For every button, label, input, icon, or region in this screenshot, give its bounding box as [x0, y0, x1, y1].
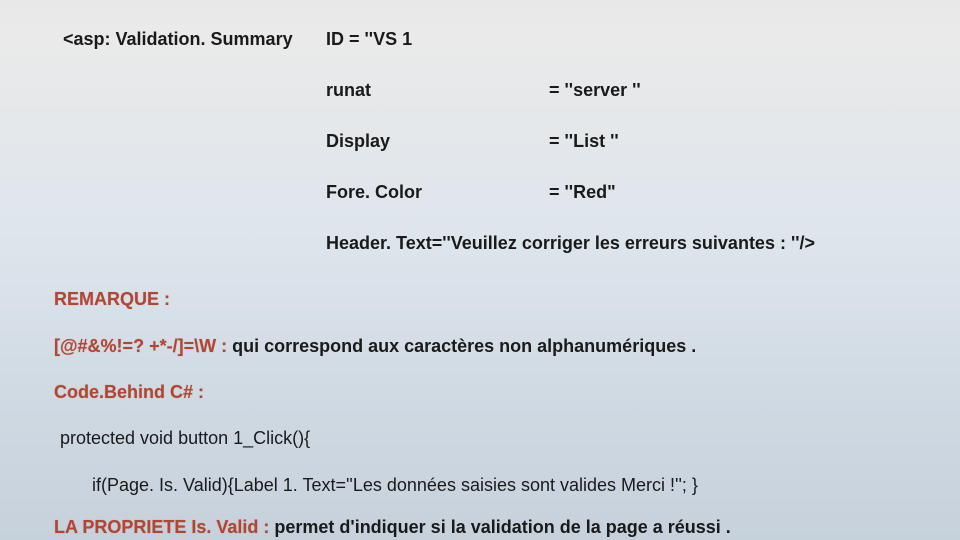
code-row-2-col-3: = ''server ''	[549, 80, 641, 101]
remarque-heading: REMARQUE :	[54, 289, 170, 310]
regex-note-rest: qui correspond aux caractères non alphan…	[232, 336, 696, 356]
code-row-4-col-2: Fore. Color	[326, 182, 422, 203]
code-row-3-col-3: = ''List ''	[549, 131, 619, 152]
property-note-rest: permet d'indiquer si la validation de la…	[274, 517, 730, 537]
slide: <asp: Validation. Summary ID = ''VS 1 ru…	[0, 0, 960, 540]
regex-note-lead: [@#&%!=? +*-/]=\W :	[54, 336, 232, 356]
property-note-lead: LA PROPRIETE Is. Valid :	[54, 517, 274, 537]
code-row-2-col-2: runat	[326, 80, 371, 101]
regex-note: [@#&%!=? +*-/]=\W : qui correspond aux c…	[54, 336, 696, 357]
codebehind-heading: Code.Behind C# :	[54, 382, 204, 403]
code-line-2: if(Page. Is. Valid){Label 1. Text=''Les …	[92, 475, 698, 496]
code-row-1-col-2: ID = ''VS 1	[326, 29, 412, 50]
property-note: LA PROPRIETE Is. Valid : permet d'indiqu…	[54, 517, 731, 538]
code-line-1: protected void button 1_Click(){	[60, 428, 310, 449]
code-row-1-col-1: <asp: Validation. Summary	[63, 29, 293, 50]
code-row-5-col-2: Header. Text=''Veuillez corriger les err…	[326, 233, 815, 254]
code-row-4-col-3: = ''Red"	[549, 182, 616, 203]
code-row-3-col-2: Display	[326, 131, 390, 152]
